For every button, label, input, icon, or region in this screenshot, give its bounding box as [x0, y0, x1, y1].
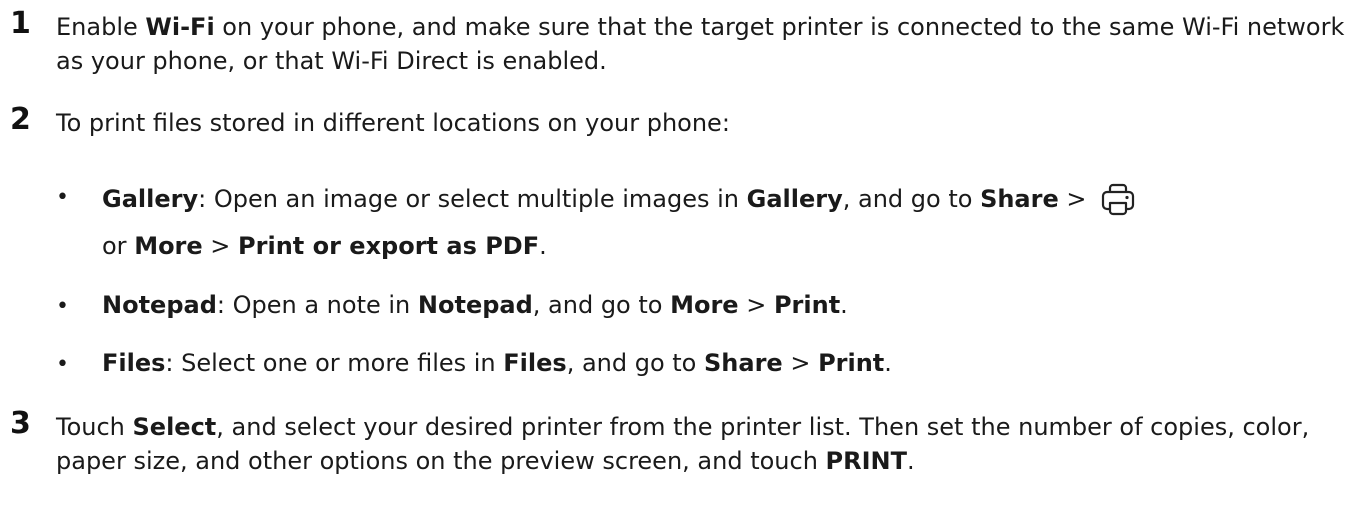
bold-term: PRINT — [825, 447, 908, 475]
bullet-text: Files: Select one or more files in Files… — [102, 349, 892, 377]
step-number: 1 — [10, 6, 31, 41]
bullet-text: Notepad: Open a note in Notepad, and go … — [102, 291, 848, 319]
bold-term: Files — [503, 349, 567, 377]
bold-term: Print or export as PDF — [238, 232, 540, 260]
step-text: Touch Select, and select your desired pr… — [56, 413, 1310, 475]
bold-term: Wi-Fi — [145, 13, 215, 41]
bold-term: Gallery — [746, 185, 843, 213]
bold-term: Select — [132, 413, 217, 441]
step-text: To print files stored in different locat… — [56, 109, 730, 137]
step-number: 2 — [10, 102, 31, 137]
bold-term: Share — [704, 349, 783, 377]
bold-term: Print — [818, 349, 885, 377]
bold-term: Share — [980, 185, 1059, 213]
printer-icon — [1102, 183, 1135, 216]
bold-term: Notepad — [102, 291, 217, 319]
step-number: 3 — [10, 406, 31, 441]
bullet-dot: • — [56, 185, 69, 210]
bold-term: More — [134, 232, 203, 260]
bold-term: Files — [102, 349, 166, 377]
step-text: Enable Wi-Fi on your phone, and make sur… — [56, 13, 1345, 75]
bullet-dot: • — [56, 294, 69, 319]
bold-term: More — [670, 291, 739, 319]
bold-term: Notepad — [417, 291, 533, 319]
bold-term: Gallery — [102, 185, 199, 213]
bullet-text: Gallery: Open an image or select multipl… — [102, 176, 1342, 270]
bullet-dot: • — [56, 352, 69, 377]
bold-term: Print — [773, 291, 841, 319]
